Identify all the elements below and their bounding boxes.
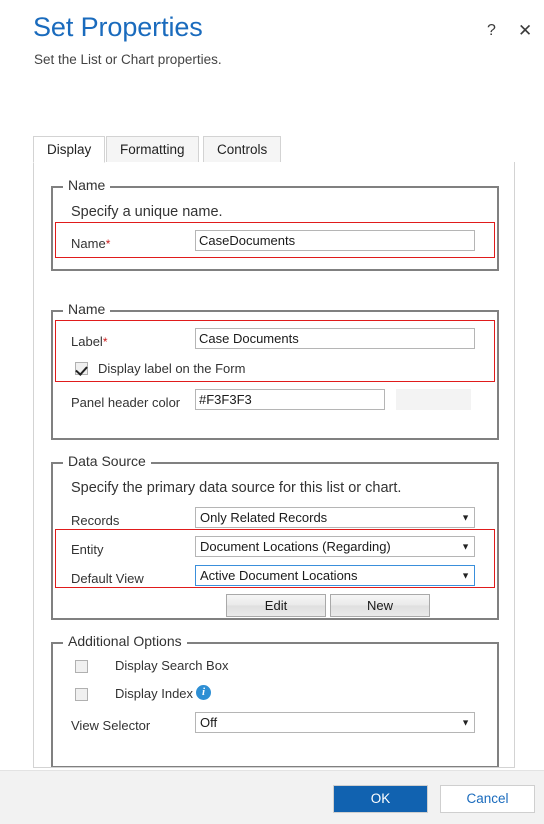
display-search-box-label: Display Search Box [115,658,229,673]
entity-select-value: Document Locations (Regarding) [200,539,391,554]
default-view-label: Default View [71,571,144,586]
fieldset-name-label-legend: Name [63,301,111,317]
new-button[interactable]: New [330,594,430,617]
name-input[interactable] [195,230,475,251]
panel-header-color-input[interactable] [195,389,385,410]
panel-header-color-label: Panel header color [71,395,181,410]
label-input[interactable] [195,328,475,349]
records-select-value: Only Related Records [200,510,328,525]
display-label-on-form-checkbox[interactable] [75,362,88,375]
page-title: Set Properties [33,12,203,42]
display-search-box-checkbox[interactable] [75,660,88,673]
page-subtitle: Set the List or Chart properties. [34,52,222,67]
chevron-down-icon: ▼ [461,512,470,522]
default-view-select-value: Active Document Locations [200,568,358,583]
tab-display[interactable]: Display [33,136,106,163]
chevron-down-icon: ▼ [461,570,470,580]
records-label: Records [71,513,120,528]
view-selector-label: View Selector [71,718,151,733]
properties-panel: Display Formatting Controls Name Specify… [33,136,515,768]
chevron-down-icon: ▼ [461,717,470,727]
cancel-button[interactable]: Cancel [440,785,535,813]
name-unique-description: Specify a unique name. [71,204,223,220]
dialog-footer: OK Cancel [0,770,544,824]
display-label-on-form-label: Display label on the Form [98,361,246,376]
tab-controls[interactable]: Controls [203,136,282,163]
entity-select[interactable]: Document Locations (Regarding) ▼ [195,536,475,557]
fieldset-name-unique: Name Specify a unique name. Name* [51,177,499,271]
set-properties-dialog: Set Properties Set the List or Chart pro… [0,0,544,824]
fieldset-data-source-legend: Data Source [63,453,151,469]
label-field-label: Label* [71,334,107,349]
records-select[interactable]: Only Related Records ▼ [195,507,475,528]
name-field-label: Name* [71,236,110,251]
tab-strip: Display Formatting Controls [33,136,515,163]
dialog-header: Set Properties Set the List or Chart pro… [0,0,544,110]
help-icon[interactable]: ? [487,22,496,40]
ok-button[interactable]: OK [333,785,428,813]
chevron-down-icon: ▼ [461,541,470,551]
fieldset-additional-options-legend: Additional Options [63,633,187,649]
name-field-label-text: Name [71,236,106,251]
entity-label: Entity [71,542,104,557]
view-selector-select-value: Off [200,715,218,730]
edit-button[interactable]: Edit [226,594,326,617]
default-view-select[interactable]: Active Document Locations ▼ [195,565,475,586]
fieldset-name-unique-legend: Name [63,177,111,193]
label-field-label-text: Label [71,334,103,349]
tab-formatting[interactable]: Formatting [106,136,199,163]
info-icon[interactable]: i [196,685,211,700]
panel-header-color-swatch[interactable] [396,389,471,410]
name-required-marker: * [105,237,111,251]
fieldset-data-source: Data Source Specify the primary data sou… [51,453,499,620]
data-source-description: Specify the primary data source for this… [71,480,402,496]
display-index-label: Display Index [115,686,194,701]
tab-panel-display: Name Specify a unique name. Name* Name L… [33,162,515,768]
label-required-marker: * [102,335,108,349]
close-icon[interactable]: ✕ [518,22,532,40]
display-index-checkbox[interactable] [75,688,88,701]
view-selector-select[interactable]: Off ▼ [195,712,475,733]
fieldset-additional-options: Additional Options Display Search Box Di… [51,633,499,767]
fieldset-name-label: Name Label* Display label on the Form Pa… [51,301,499,440]
